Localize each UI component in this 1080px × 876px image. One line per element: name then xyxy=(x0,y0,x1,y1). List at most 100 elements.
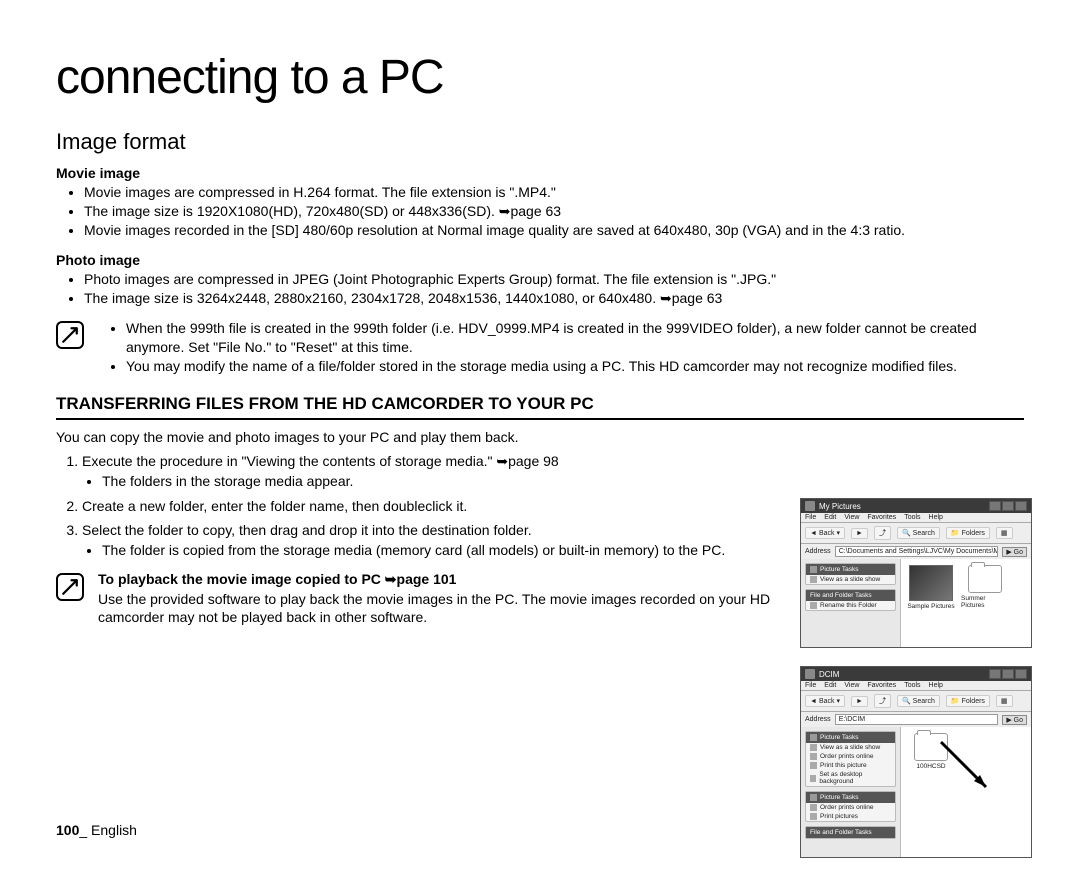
printer-icon xyxy=(810,762,817,769)
content-pane[interactable]: Sample Pictures Summer Pictures xyxy=(901,559,1031,647)
screenshot-stack: My Pictures File Edit View Favorites Too… xyxy=(800,498,1032,876)
note-list: When the 999th file is created in the 99… xyxy=(98,319,1024,376)
up-button[interactable]: ⤴ xyxy=(874,526,891,540)
go-button[interactable]: ▶ Go xyxy=(1002,715,1027,725)
picture-icon xyxy=(810,734,817,741)
close-button[interactable] xyxy=(1015,669,1027,679)
picture-tasks-header-2[interactable]: Picture Tasks xyxy=(806,792,895,803)
slideshow-link[interactable]: View as a slide show xyxy=(806,743,895,752)
set-desktop-label: Set as desktop background xyxy=(819,771,891,785)
go-button[interactable]: ▶ Go xyxy=(1002,547,1027,557)
menu-file[interactable]: File xyxy=(805,682,816,689)
address-label: Address xyxy=(805,716,831,723)
thumbnail-item[interactable]: Summer Pictures xyxy=(961,565,1009,610)
window-titlebar[interactable]: My Pictures xyxy=(801,499,1031,513)
back-button[interactable]: ◄Back▾ xyxy=(805,527,845,539)
window-titlebar[interactable]: DCIM xyxy=(801,667,1031,681)
folder-icon xyxy=(914,733,948,761)
explorer-body: Picture Tasks View as a slide show Order… xyxy=(801,727,1031,857)
address-input[interactable]: C:\Documents and Settings\LJVC\My Docume… xyxy=(835,546,999,557)
playback-heading: To playback the movie image copied to PC… xyxy=(98,571,776,588)
playback-body: Use the provided software to play back t… xyxy=(98,590,776,628)
print-pictures-link[interactable]: Print pictures xyxy=(806,812,895,821)
minimize-button[interactable] xyxy=(989,669,1001,679)
order-prints-label-2: Order prints online xyxy=(820,804,873,811)
go-label: Go xyxy=(1014,717,1023,724)
menu-view[interactable]: View xyxy=(844,514,859,521)
order-prints-link-2[interactable]: Order prints online xyxy=(806,803,895,812)
menu-tools[interactable]: Tools xyxy=(904,682,920,689)
set-desktop-link[interactable]: Set as desktop background xyxy=(806,770,895,786)
up-button[interactable]: ⤴ xyxy=(874,694,891,708)
order-prints-link[interactable]: Order prints online xyxy=(806,752,895,761)
minimize-button[interactable] xyxy=(989,501,1001,511)
maximize-button[interactable] xyxy=(1002,501,1014,511)
views-button[interactable]: ▦ xyxy=(996,695,1013,707)
up-icon: ⤴ xyxy=(879,696,886,706)
back-button[interactable]: ◄Back▾ xyxy=(805,695,845,707)
slideshow-label: View as a slide show xyxy=(820,576,880,583)
rename-label: Rename this Folder xyxy=(820,602,877,609)
menu-tools[interactable]: Tools xyxy=(904,514,920,521)
rename-link[interactable]: Rename this Folder xyxy=(806,601,895,610)
thumbnail-item[interactable]: Sample Pictures xyxy=(907,565,955,610)
menu-view[interactable]: View xyxy=(844,682,859,689)
thumbnail-item[interactable]: 100HCSD xyxy=(907,733,955,770)
menu-help[interactable]: Help xyxy=(929,514,943,521)
section-title-image-format: Image format xyxy=(56,129,1024,155)
search-icon: 🔍 xyxy=(902,529,911,537)
slideshow-link[interactable]: View as a slide show xyxy=(806,575,895,584)
page-footer: 100_ English xyxy=(56,822,137,838)
print-picture-link[interactable]: Print this picture xyxy=(806,761,895,770)
menu-favorites[interactable]: Favorites xyxy=(867,514,896,521)
slideshow-icon xyxy=(810,744,817,751)
folders-icon: 📁 xyxy=(951,529,960,537)
folders-icon: 📁 xyxy=(951,697,960,705)
file-folder-tasks-header[interactable]: File and Folder Tasks xyxy=(806,590,895,601)
list-item: The image size is 1920X1080(HD), 720x480… xyxy=(84,202,1024,221)
back-icon: ◄ xyxy=(810,530,817,537)
folders-button[interactable]: 📁Folders xyxy=(946,527,990,539)
desktop-icon xyxy=(810,775,816,782)
step-sub: The folders in the storage media appear. xyxy=(102,471,776,491)
footer-lang: English xyxy=(91,822,137,838)
thumbnail-label: Summer Pictures xyxy=(961,595,1009,609)
print-pictures-label: Print pictures xyxy=(820,813,858,820)
list-item: When the 999th file is created in the 99… xyxy=(126,319,1024,357)
thumbnail-image xyxy=(909,565,953,601)
list-item: You may modify the name of a file/folder… xyxy=(126,357,1024,376)
menu-favorites[interactable]: Favorites xyxy=(867,682,896,689)
folders-button[interactable]: 📁Folders xyxy=(946,695,990,707)
maximize-button[interactable] xyxy=(1002,669,1014,679)
search-button[interactable]: 🔍Search xyxy=(897,527,940,539)
address-bar: Address C:\Documents and Settings\LJVC\M… xyxy=(801,543,1031,559)
menu-file[interactable]: File xyxy=(805,514,816,521)
forward-button[interactable]: ► xyxy=(851,696,868,707)
note-icon xyxy=(56,321,84,349)
search-icon: 🔍 xyxy=(902,697,911,705)
side-pane: Picture Tasks View as a slide show File … xyxy=(801,559,901,647)
menu-help[interactable]: Help xyxy=(929,682,943,689)
list-item: Photo images are compressed in JPEG (Joi… xyxy=(84,270,1024,289)
screenshot-dcim: DCIM File Edit View Favorites Tools Help… xyxy=(800,666,1032,858)
views-button[interactable]: ▦ xyxy=(996,527,1013,539)
file-folder-tasks-header[interactable]: File and Folder Tasks xyxy=(806,827,895,838)
address-label: Address xyxy=(805,548,831,555)
thumbnail-label: Sample Pictures xyxy=(907,603,954,610)
slideshow-label: View as a slide show xyxy=(820,744,880,751)
window-title: DCIM xyxy=(819,670,839,679)
menu-edit[interactable]: Edit xyxy=(824,514,836,521)
note-block: When the 999th file is created in the 99… xyxy=(56,319,1024,376)
content-pane[interactable]: 100HCSD xyxy=(901,727,1031,857)
movie-image-list: Movie images are compressed in H.264 for… xyxy=(56,183,1024,240)
toolbar: ◄Back▾ ► ⤴ 🔍Search 📁Folders ▦ xyxy=(801,690,1031,711)
picture-tasks-header[interactable]: Picture Tasks xyxy=(806,564,895,575)
address-input[interactable]: E:\DCIM xyxy=(835,714,999,725)
step-1: Execute the procedure in "Viewing the co… xyxy=(82,451,776,492)
close-button[interactable] xyxy=(1015,501,1027,511)
forward-button[interactable]: ► xyxy=(851,528,868,539)
back-icon: ◄ xyxy=(810,698,817,705)
menu-edit[interactable]: Edit xyxy=(824,682,836,689)
search-button[interactable]: 🔍Search xyxy=(897,695,940,707)
picture-tasks-header[interactable]: Picture Tasks xyxy=(806,732,895,743)
